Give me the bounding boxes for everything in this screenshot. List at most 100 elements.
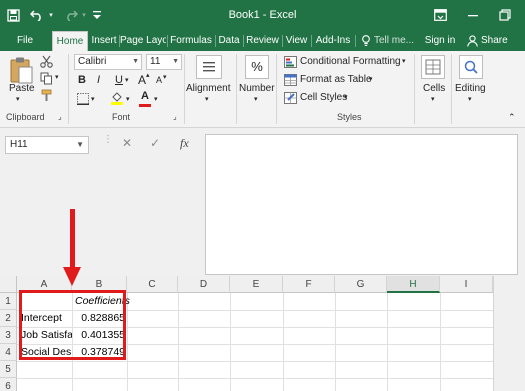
format-as-table-dropdown-icon[interactable]: ▾ [369, 75, 373, 83]
conditional-formatting-icon[interactable] [284, 56, 297, 71]
title-bar: ▾ ▾ Book1 - Excel [0, 0, 525, 31]
find-icon [464, 60, 478, 74]
formula-bar-grip-icon: ⋮ [103, 134, 113, 145]
grow-font-icon: ▴ [146, 72, 150, 79]
row-header-1[interactable]: 1 [0, 293, 17, 310]
font-color-dropdown-icon[interactable]: ▾ [154, 95, 158, 103]
alignment-dropdown-icon[interactable]: ▾ [205, 95, 209, 103]
conditional-formatting-button[interactable]: Conditional Formatting [300, 56, 401, 67]
tab-page-layout[interactable]: Page Layo [120, 31, 166, 51]
cell-styles-icon[interactable] [284, 92, 297, 107]
borders-icon[interactable] [77, 93, 89, 108]
styles-group-label: Styles [337, 112, 362, 122]
clipboard-group-label: Clipboard [6, 112, 45, 122]
underline-dropdown-icon[interactable]: ▾ [125, 76, 129, 84]
column-header-h[interactable]: H [387, 276, 440, 293]
shrink-font-button[interactable]: A [156, 75, 162, 85]
tab-home[interactable]: Home [52, 31, 88, 51]
cancel-icon[interactable]: ✕ [122, 136, 132, 150]
cells-icon [425, 59, 441, 75]
row-header-5[interactable]: 5 [0, 361, 17, 378]
conditional-formatting-dropdown-icon[interactable]: ▾ [402, 57, 406, 65]
collapse-ribbon-icon[interactable]: ⌃ [508, 112, 516, 123]
cut-icon[interactable] [40, 55, 53, 71]
ribbon-display-options-icon[interactable] [432, 6, 448, 24]
share-button[interactable]: Share [481, 31, 511, 51]
annotation-arrow-shaft [70, 209, 75, 269]
formula-input[interactable] [205, 134, 518, 275]
number-format-button[interactable]: % [245, 55, 269, 79]
fill-color-dropdown-icon[interactable]: ▾ [126, 95, 130, 103]
formula-bar-area: H11 ▼ ⋮ ✕ ✓ fx [0, 128, 525, 276]
name-box[interactable]: H11 ▼ [5, 136, 89, 154]
paste-dropdown-icon[interactable]: ▾ [16, 95, 20, 103]
annotation-arrow-head [63, 267, 81, 286]
tab-formulas[interactable]: Formulas [168, 31, 214, 51]
restore-icon[interactable] [497, 6, 513, 24]
alignment-button[interactable] [196, 55, 222, 79]
paste-label[interactable]: Paste [9, 83, 35, 94]
cell-styles-button[interactable]: Cell Styles [300, 92, 347, 103]
shrink-font-icon: ▾ [163, 74, 167, 81]
alignment-label[interactable]: Alignment [186, 83, 230, 94]
row-header-3[interactable]: 3 [0, 327, 17, 344]
tab-insert[interactable]: Insert [89, 31, 119, 51]
annotation-highlight-box [19, 290, 126, 360]
name-box-value: H11 [10, 139, 28, 150]
column-header-f[interactable]: F [283, 276, 335, 293]
ribbon: Paste ▾ ▾ Clipboard ⌟ Calibri ▼ 11 ▼ B I U… [0, 51, 525, 128]
row-header-4[interactable]: 4 [0, 344, 17, 361]
vertical-scrollbar[interactable] [493, 276, 525, 391]
cells-label[interactable]: Cells [423, 83, 445, 94]
number-dropdown-icon[interactable]: ▾ [254, 95, 258, 103]
italic-button[interactable]: I [97, 74, 100, 86]
grow-font-button[interactable]: A [138, 73, 146, 87]
alignment-icon [203, 62, 215, 72]
font-launcher-icon[interactable]: ⌟ [173, 112, 177, 121]
editing-dropdown-icon[interactable]: ▾ [468, 95, 472, 103]
column-header-d[interactable]: D [178, 276, 230, 293]
select-all-corner[interactable] [0, 276, 17, 293]
tab-review[interactable]: Review [244, 31, 281, 51]
column-header-c[interactable]: C [127, 276, 178, 293]
format-as-table-icon[interactable] [284, 74, 297, 89]
tab-data[interactable]: Data [216, 31, 242, 51]
font-name-dropdown[interactable]: Calibri ▼ [74, 54, 142, 70]
sign-in-link[interactable]: Sign in [423, 31, 457, 51]
tab-file[interactable]: File [10, 31, 40, 51]
font-size-value: 11 [150, 56, 161, 67]
lightbulb-icon [360, 31, 372, 51]
bold-button[interactable]: B [78, 74, 86, 86]
clipboard-launcher-icon[interactable]: ⌟ [58, 112, 62, 121]
row-header-6[interactable]: 6 [0, 378, 17, 391]
column-header-i[interactable]: I [440, 276, 493, 293]
font-size-dropdown[interactable]: 11 ▼ [146, 54, 182, 70]
enter-icon[interactable]: ✓ [150, 136, 160, 150]
ribbon-tabs: File Home Insert Page Layo Formulas Data… [0, 31, 525, 51]
font-name-value: Calibri [78, 56, 107, 67]
minimize-icon[interactable] [465, 6, 481, 24]
fill-color-icon[interactable] [110, 91, 124, 108]
share-person-icon[interactable] [466, 31, 478, 51]
cells-button[interactable] [421, 55, 445, 79]
number-label[interactable]: Number [239, 83, 275, 94]
tab-view[interactable]: View [283, 31, 310, 51]
column-header-g[interactable]: G [335, 276, 387, 293]
editing-button[interactable] [459, 55, 483, 79]
tell-me-box[interactable]: Tell me... [374, 31, 420, 51]
cells-dropdown-icon[interactable]: ▾ [431, 95, 435, 103]
format-as-table-button[interactable]: Format as Table [300, 74, 372, 85]
column-header-e[interactable]: E [230, 276, 283, 293]
cell-styles-dropdown-icon[interactable]: ▾ [344, 93, 348, 101]
copy-icon[interactable] [40, 72, 53, 88]
underline-button[interactable]: U [115, 74, 123, 86]
copy-dropdown-icon[interactable]: ▾ [55, 73, 59, 81]
row-header-2[interactable]: 2 [0, 310, 17, 327]
borders-dropdown-icon[interactable]: ▾ [91, 95, 95, 103]
editing-label[interactable]: Editing [455, 83, 486, 94]
font-color-button[interactable]: A [141, 90, 149, 102]
tab-add-ins[interactable]: Add-Ins [312, 31, 354, 51]
format-painter-icon[interactable] [40, 89, 53, 105]
insert-function-button[interactable]: fx [180, 136, 189, 151]
font-group-label: Font [112, 112, 131, 122]
